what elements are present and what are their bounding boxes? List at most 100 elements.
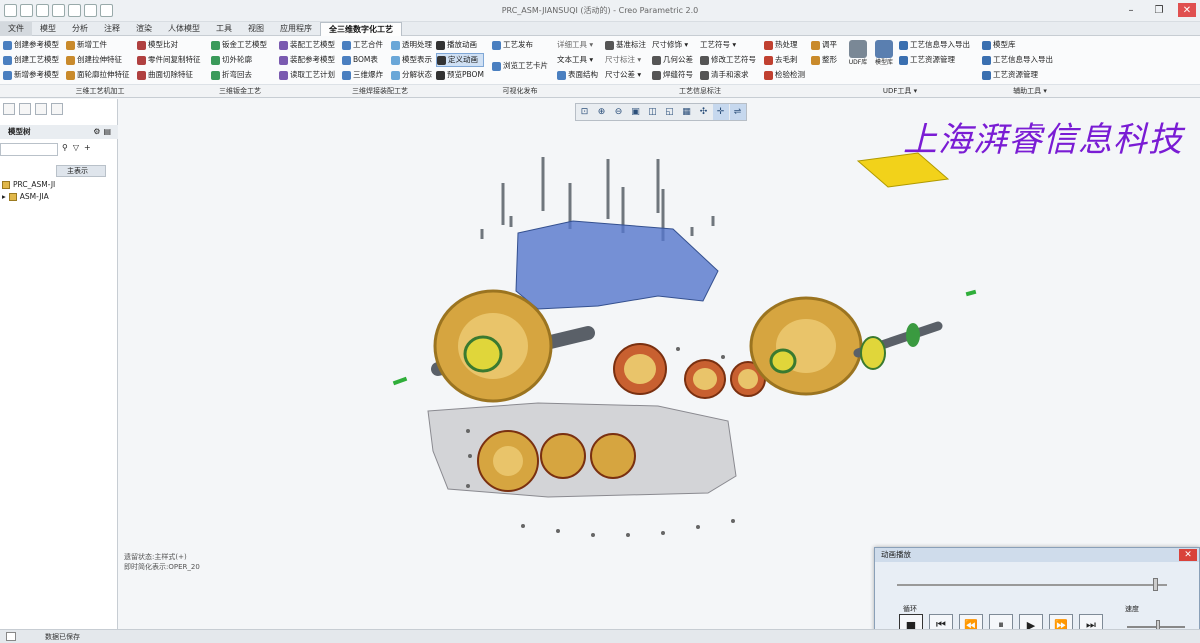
process-symbol-dropdown[interactable]: 工艺符号 ▾ [700, 38, 756, 52]
datum-display-icon[interactable]: ✣ [696, 104, 712, 120]
info-import-export-button[interactable]: 工艺信息导入导出 [899, 38, 970, 52]
zoom-in-icon[interactable]: ⊕ [594, 104, 610, 120]
process-assembly-button[interactable]: 工艺合件 [342, 38, 383, 52]
tab-file[interactable]: 文件 [0, 22, 32, 36]
publish-icon [492, 40, 501, 50]
dimension-label-dropdown[interactable]: 尺寸标注 ▾ [605, 53, 646, 67]
saved-views-icon[interactable]: ◱ [662, 104, 678, 120]
info-import-export-2-button[interactable]: 工艺信息导入导出 [982, 53, 1053, 67]
explode-state-button[interactable]: 分解状态 [391, 68, 432, 82]
resource-manage-button[interactable]: 工艺资源管理 [899, 53, 970, 67]
weld-symbol-button[interactable]: 焊缝符号 [652, 68, 693, 82]
process-publish-button[interactable]: 工艺发布 [492, 38, 548, 52]
model-display-button[interactable]: 模型表示 [391, 53, 432, 67]
create-extrude-button[interactable]: 创建拉伸特征 [66, 53, 130, 67]
tab-analysis[interactable]: 分析 [64, 22, 96, 36]
preview-pbom-button[interactable]: 预览PBOM [436, 68, 484, 82]
group-aux-tools[interactable]: 辅助工具 ▾ [1000, 86, 1060, 96]
heat-treatment-button[interactable]: 热处理 [764, 38, 805, 52]
tab-tools[interactable]: 工具 [208, 22, 240, 36]
tree-icon[interactable] [3, 103, 15, 115]
3d-exploded-assembly[interactable] [118, 121, 978, 541]
model-library-button[interactable]: 模型库 [873, 40, 895, 66]
tab-3d-process[interactable]: 全三维数字化工艺 [320, 22, 402, 36]
tab-render[interactable]: 渲染 [128, 22, 160, 36]
read-plan-button[interactable]: 读取工艺计划 [279, 68, 335, 82]
key-left [392, 376, 408, 386]
bom-table-button[interactable]: BOM表 [342, 53, 383, 67]
add-ref-model-button[interactable]: 新增参考模型 [3, 68, 59, 82]
tree-item-root[interactable]: PRC_ASM-JI [2, 179, 55, 191]
tab-manikin[interactable]: 人体模型 [160, 22, 208, 36]
inspection-button[interactable]: 检验检测 [764, 68, 805, 82]
copy-feature-button[interactable]: 零件间复制特征 [137, 53, 201, 67]
tree-item-asm[interactable]: ▸ ASM-JIA [2, 191, 55, 203]
explode-button[interactable]: 三维爆炸 [342, 68, 383, 82]
resource-manage-2-button[interactable]: 工艺资源管理 [982, 68, 1053, 82]
profile-extrude-button[interactable]: 面轮廓拉伸特征 [66, 68, 130, 82]
find-icon[interactable]: ⚲ [62, 143, 68, 152]
layers-icon[interactable] [51, 103, 63, 115]
unbend-button[interactable]: 折弯回去 [211, 68, 267, 82]
sheetmetal-model-button[interactable]: 钣金工艺模型 [211, 38, 267, 52]
create-process-model-button[interactable]: 创建工艺模型 [3, 53, 59, 67]
transparency-button[interactable]: 透明处理 [391, 38, 432, 52]
geometric-tolerance-button[interactable]: 几何公差 [652, 53, 693, 67]
assembly-ref-button[interactable]: 装配参考模型 [279, 53, 335, 67]
dialog-close-icon[interactable]: ✕ [1179, 549, 1197, 561]
dimension-decor-dropdown[interactable]: 尺寸修饰 ▾ [652, 38, 693, 52]
zoom-out-icon[interactable]: ⊖ [611, 104, 627, 120]
expand-icon[interactable]: ▸ [2, 191, 6, 203]
datum-label-button[interactable]: 基准标注 [605, 38, 646, 52]
detail-tools-dropdown[interactable]: 详细工具 ▾ [557, 38, 598, 52]
tab-applications[interactable]: 应用程序 [272, 22, 320, 36]
add-workpiece-button[interactable]: 新增工件 [66, 38, 130, 52]
assembly-model-button[interactable]: 装配工艺模型 [279, 38, 335, 52]
folder-icon[interactable] [19, 103, 31, 115]
timeline-thumb[interactable] [1153, 578, 1158, 591]
deburr-button[interactable]: 去毛刺 [764, 53, 805, 67]
surface-structure-button[interactable]: 表面结构 [557, 68, 598, 82]
udf-library-button[interactable]: UDF库 [847, 40, 869, 66]
spin-center-icon[interactable]: ✛ [712, 104, 729, 120]
clean-requirement-button[interactable]: 清手和滚求 [700, 68, 756, 82]
view-manager-icon[interactable]: ▦ [679, 104, 695, 120]
refit-icon[interactable]: ⊡ [577, 104, 593, 120]
annotation-display-icon[interactable]: ⇌ [729, 104, 746, 120]
text-tools-dropdown[interactable]: 文本工具 ▾ [557, 53, 598, 67]
define-animation-button[interactable]: 定义动画 [436, 53, 484, 67]
tab-view[interactable]: 视图 [240, 22, 272, 36]
merge-icon [342, 40, 351, 50]
play-animation-button[interactable]: 播放动画 [436, 38, 484, 52]
browse-card-button[interactable]: 浏览工艺卡片 [492, 59, 548, 73]
timeline-slider[interactable] [897, 584, 1167, 586]
settings-icon[interactable]: ⚙ [93, 127, 100, 136]
shaping-button[interactable]: 整形 [811, 53, 837, 67]
columns-icon[interactable]: ▤ [103, 127, 111, 136]
group-udf-tools[interactable]: UDF工具 ▾ [870, 86, 930, 96]
filter-icon[interactable]: ▽ [73, 143, 79, 152]
surface-cut-button[interactable]: 曲面切除特征 [137, 68, 201, 82]
play-anim-icon [436, 40, 445, 50]
assembly-ref-icon [279, 55, 288, 65]
maximize-icon[interactable]: ❐ [1150, 3, 1168, 17]
tab-annotate[interactable]: 注释 [96, 22, 128, 36]
ribbon-col-8: 播放动画 定义动画 预览PBOM [436, 38, 484, 82]
repaint-icon[interactable]: ▣ [628, 104, 644, 120]
cut-outline-button[interactable]: 切外轮廓 [211, 53, 267, 67]
outline-icon [211, 55, 220, 65]
modify-symbol-button[interactable]: 修改工艺符号 [700, 53, 756, 67]
favorites-icon[interactable] [35, 103, 47, 115]
group-visual-publish: 可视化发布 [502, 87, 538, 95]
model-compare-button[interactable]: 模型比对 [137, 38, 201, 52]
create-ref-model-button[interactable]: 创建参考模型 [3, 38, 59, 52]
tab-model[interactable]: 模型 [32, 22, 64, 36]
tree-search-input[interactable] [0, 143, 58, 156]
display-style-icon[interactable]: ◫ [645, 104, 661, 120]
dimension-tolerance-dropdown[interactable]: 尺寸公差 ▾ [605, 68, 646, 82]
model-lib-button[interactable]: 模型库 [982, 38, 1053, 52]
close-icon[interactable]: ✕ [1178, 3, 1196, 17]
add-icon[interactable]: + [84, 143, 91, 152]
minimize-icon[interactable]: – [1122, 3, 1140, 17]
leveling-button[interactable]: 调平 [811, 38, 837, 52]
